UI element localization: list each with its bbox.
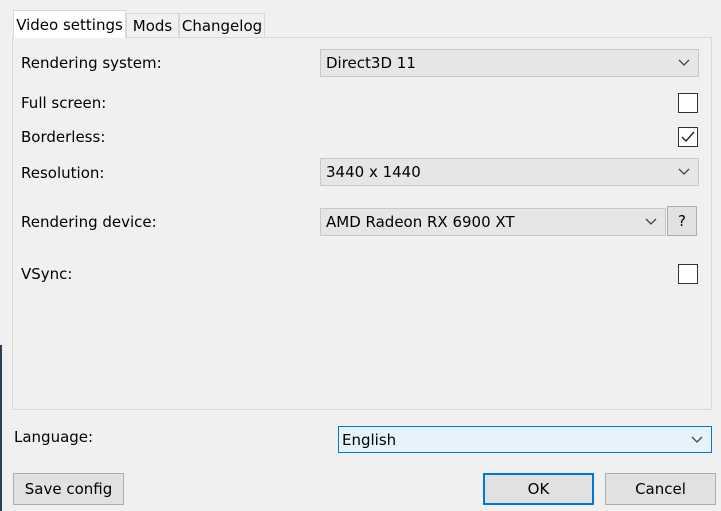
vsync-label: VSync:	[21, 265, 73, 283]
language-value: English	[342, 430, 397, 449]
tab-mods[interactable]: Mods	[126, 13, 179, 38]
full-screen-checkbox[interactable]	[678, 93, 698, 113]
ok-label: OK	[527, 480, 550, 498]
rendering-device-value: AMD Radeon RX 6900 XT	[326, 213, 515, 231]
full-screen-label: Full screen:	[21, 94, 107, 112]
save-config-label: Save config	[24, 480, 113, 498]
tab-label: Video settings	[16, 15, 123, 34]
cancel-button[interactable]: Cancel	[605, 473, 716, 505]
borderless-label: Borderless:	[21, 128, 106, 146]
vsync-checkbox[interactable]	[678, 264, 698, 284]
tab-video-settings[interactable]: Video settings	[13, 10, 126, 38]
background-window-edge	[0, 345, 2, 511]
language-label: Language:	[14, 428, 94, 446]
checkmark-icon	[681, 131, 695, 143]
resolution-value: 3440 x 1440	[326, 163, 421, 181]
save-config-button[interactable]: Save config	[13, 473, 124, 505]
rendering-system-value: Direct3D 11	[326, 54, 416, 72]
resolution-select[interactable]: 3440 x 1440	[320, 158, 699, 186]
rendering-system-select[interactable]: Direct3D 11	[320, 49, 699, 77]
resolution-label: Resolution:	[21, 164, 105, 182]
rendering-system-label: Rendering system:	[21, 54, 162, 72]
rendering-device-select[interactable]: AMD Radeon RX 6900 XT	[320, 208, 666, 236]
rendering-device-label: Rendering device:	[21, 213, 157, 231]
chevron-down-icon	[645, 218, 657, 225]
rendering-device-help-button[interactable]: ?	[667, 206, 697, 236]
chevron-down-icon	[691, 436, 703, 443]
language-select[interactable]: English	[338, 426, 712, 453]
ok-button[interactable]: OK	[483, 473, 594, 505]
chevron-down-icon	[678, 59, 690, 66]
borderless-checkbox[interactable]	[678, 127, 698, 147]
cancel-label: Cancel	[635, 480, 686, 498]
help-label: ?	[678, 212, 686, 230]
chevron-down-icon	[678, 168, 690, 175]
tab-label: Mods	[132, 17, 173, 35]
tab-label: Changelog	[181, 17, 263, 35]
tab-changelog[interactable]: Changelog	[179, 13, 265, 38]
